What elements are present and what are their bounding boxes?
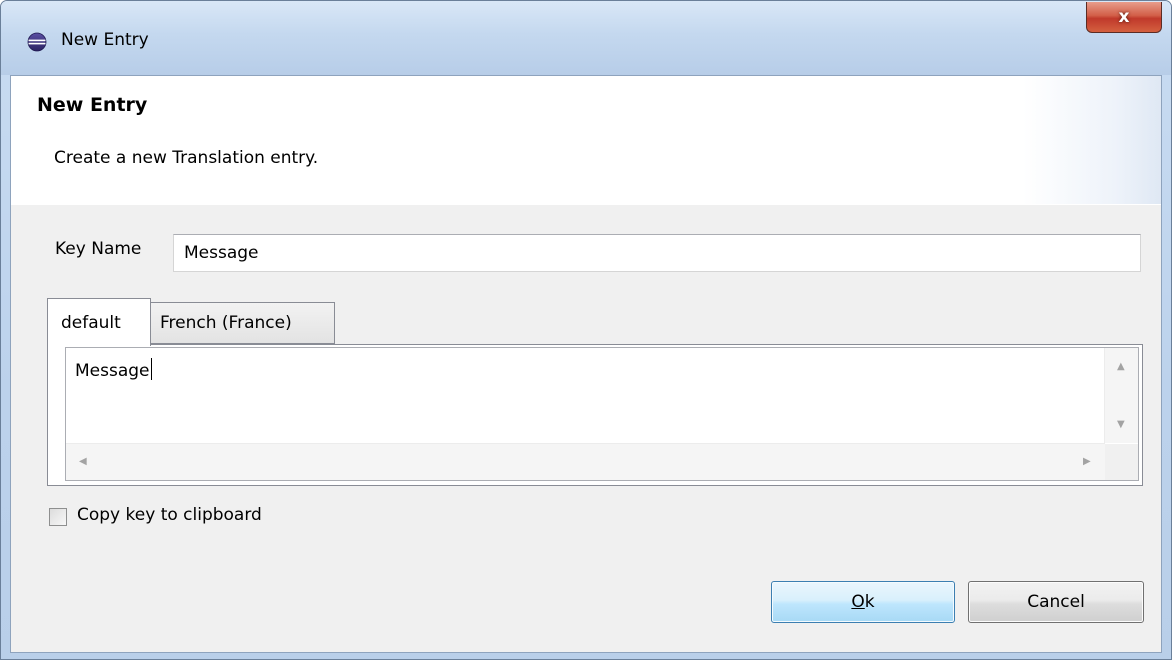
tab-french-france[interactable]: French (France) xyxy=(151,302,335,344)
copy-key-label[interactable]: Copy key to clipboard xyxy=(77,505,262,525)
banner-title: New Entry xyxy=(37,94,148,116)
copy-key-checkbox[interactable] xyxy=(49,508,67,526)
text-caret xyxy=(150,358,152,380)
scroll-up-icon[interactable]: ▲ xyxy=(1117,362,1125,372)
vertical-scrollbar[interactable]: ▲ ▼ xyxy=(1104,348,1138,443)
tab-label: French (France) xyxy=(160,313,292,333)
textarea-content: Message xyxy=(75,358,152,381)
scroll-left-icon[interactable]: ◀ xyxy=(79,457,87,467)
scroll-right-icon[interactable]: ▶ xyxy=(1083,457,1091,467)
dialog-client-area: New Entry Create a new Translation entry… xyxy=(10,75,1162,653)
textarea-value: Message xyxy=(75,361,150,381)
cancel-button[interactable]: Cancel xyxy=(968,581,1144,623)
eclipse-icon xyxy=(27,32,47,52)
scroll-corner xyxy=(1105,444,1138,480)
horizontal-scrollbar[interactable]: ◀ ▶ xyxy=(66,443,1105,480)
tab-label: default xyxy=(61,312,121,333)
translation-textarea[interactable]: Message ▲ ▼ ◀ ▶ xyxy=(65,347,1139,481)
key-name-label: Key Name xyxy=(55,239,142,259)
close-button[interactable]: x xyxy=(1086,2,1162,33)
dialog-window: New Entry x New Entry Create a new Trans… xyxy=(0,0,1172,660)
ok-mnemonic: O xyxy=(851,592,865,612)
header-banner: New Entry Create a new Translation entry… xyxy=(11,76,1161,205)
ok-label-rest: k xyxy=(864,592,875,612)
key-name-input[interactable] xyxy=(173,234,1141,272)
scroll-down-icon[interactable]: ▼ xyxy=(1117,420,1125,430)
banner-description: Create a new Translation entry. xyxy=(54,148,319,168)
title-bar[interactable]: New Entry x xyxy=(1,1,1171,75)
window-title: New Entry xyxy=(61,30,149,50)
tab-panel: Message ▲ ▼ ◀ ▶ xyxy=(47,344,1143,486)
ok-button[interactable]: Ok xyxy=(771,581,955,623)
close-icon: x xyxy=(1118,7,1130,27)
tab-default[interactable]: default xyxy=(47,298,151,346)
